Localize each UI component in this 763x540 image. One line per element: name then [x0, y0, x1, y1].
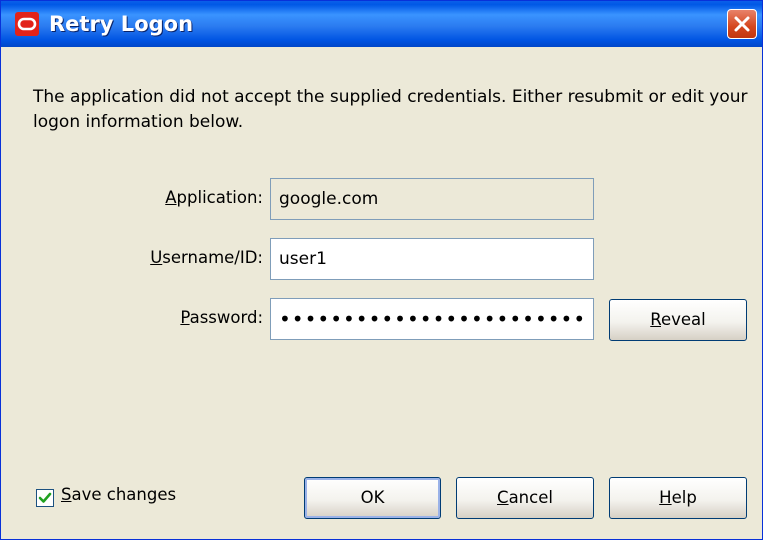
save-changes-label[interactable]: Save changes — [61, 485, 176, 504]
save-changes-checkbox[interactable] — [36, 489, 54, 507]
password-input[interactable]: •••••••••••••••••••••••• — [270, 298, 594, 340]
password-label: Password: — [180, 308, 263, 327]
ok-button[interactable]: OK — [304, 477, 441, 519]
title-bar[interactable]: Retry Logon — [1, 1, 762, 47]
instruction-message: The application did not accept the suppl… — [33, 87, 748, 132]
close-icon — [734, 16, 750, 32]
help-button[interactable]: Help — [609, 477, 747, 519]
cancel-button[interactable]: Cancel — [456, 477, 594, 519]
application-label: Application: — [165, 188, 263, 207]
oracle-logo-icon — [15, 12, 39, 36]
reveal-button[interactable]: Reveal — [609, 299, 747, 341]
username-input[interactable]: user1 — [270, 238, 594, 280]
window-title: Retry Logon — [49, 12, 194, 36]
application-field: google.com — [270, 178, 594, 220]
checkmark-icon — [38, 492, 52, 503]
username-label: Username/ID: — [150, 248, 263, 267]
retry-logon-dialog: Retry Logon The application did not acce… — [0, 0, 763, 540]
close-button[interactable] — [727, 9, 757, 39]
